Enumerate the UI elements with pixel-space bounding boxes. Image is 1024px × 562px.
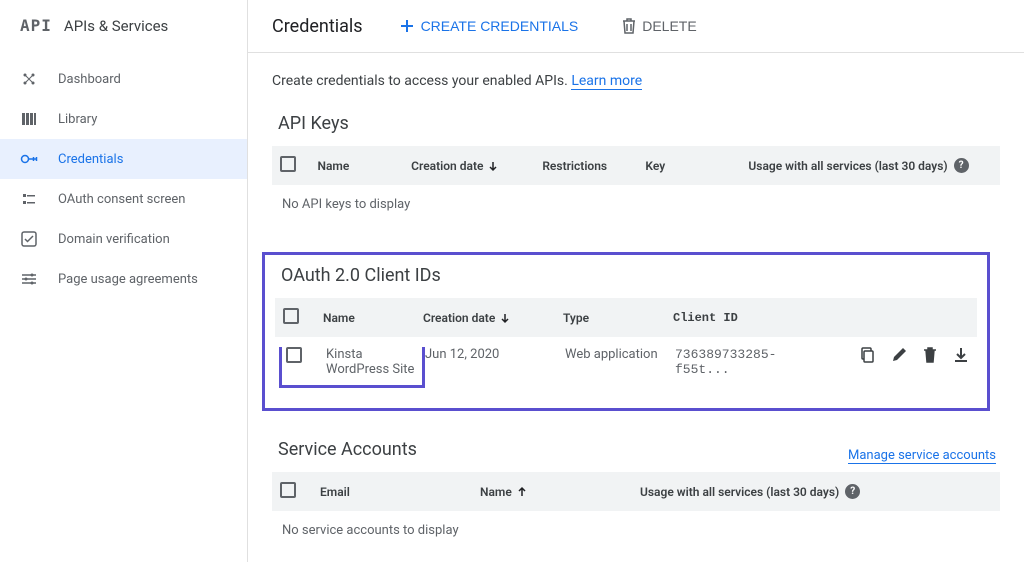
col-usage[interactable]: Usage with all services (last 30 days) ? [640, 484, 900, 499]
main: Credentials CREATE CREDENTIALS DELETE Cr… [248, 0, 1024, 562]
delete-label: DELETE [642, 18, 696, 34]
col-usage-label: Usage with all services (last 30 days) [640, 485, 839, 499]
sidebar-item-library[interactable]: Library [0, 99, 247, 139]
api-keys-title: API Keys [272, 113, 1000, 134]
intro-text-span: Create credentials to access your enable… [272, 73, 568, 89]
manage-service-accounts-link[interactable]: Manage service accounts [848, 448, 996, 464]
sidebar-item-oauth-consent[interactable]: OAuth consent screen [0, 179, 247, 219]
row-type: Web application [565, 347, 675, 362]
col-name[interactable]: Name [317, 159, 411, 173]
create-credentials-label: CREATE CREDENTIALS [421, 18, 579, 34]
row-clientid: 736389733285-f55t... [675, 347, 829, 377]
help-icon[interactable]: ? [954, 158, 969, 173]
sidebar-item-credentials[interactable]: Credentials [0, 139, 247, 179]
col-date[interactable]: Creation date [411, 159, 542, 173]
delete-button[interactable]: DELETE [614, 12, 704, 40]
col-name[interactable]: Name [323, 311, 423, 325]
oauth-table: Name Creation date Type Client ID Kinsta… [275, 298, 977, 398]
arrow-down-icon [487, 160, 499, 172]
sidebar-header: API APIs & Services [0, 0, 247, 51]
select-all-checkbox[interactable] [280, 156, 296, 172]
service-accounts-empty: No service accounts to display [272, 511, 1000, 550]
col-restrictions[interactable]: Restrictions [542, 159, 645, 173]
col-type[interactable]: Type [563, 311, 673, 325]
service-accounts-title: Service Accounts [272, 439, 417, 460]
oauth-section: OAuth 2.0 Client IDs Name Creation date … [262, 252, 990, 411]
sidebar-item-domain-verification[interactable]: Domain verification [0, 219, 247, 259]
col-name-label: Name [480, 485, 512, 499]
create-credentials-button[interactable]: CREATE CREDENTIALS [391, 12, 587, 40]
sidebar-item-dashboard[interactable]: Dashboard [0, 59, 247, 99]
sidebar: API APIs & Services Dashboard Library [0, 0, 248, 562]
row-name[interactable]: Kinsta WordPress Site [326, 347, 422, 377]
row-checkbox[interactable] [286, 347, 302, 363]
sidebar-brand-title: APIs & Services [64, 17, 168, 35]
row-date: Jun 12, 2020 [425, 347, 565, 362]
sidebar-item-label: Library [58, 112, 97, 127]
select-all-checkbox[interactable] [283, 308, 299, 324]
sidebar-item-page-usage[interactable]: Page usage agreements [0, 259, 247, 299]
arrow-down-icon [499, 312, 511, 324]
sidebar-item-label: Page usage agreements [58, 272, 198, 287]
col-date-label: Creation date [423, 311, 495, 325]
table-row: Kinsta WordPress Site Jun 12, 2020 Web a… [275, 337, 977, 398]
consent-icon [20, 190, 38, 208]
select-all-checkbox[interactable] [280, 482, 296, 498]
download-icon[interactable] [953, 347, 969, 363]
intro-text: Create credentials to access your enable… [248, 73, 1000, 89]
copy-icon[interactable] [859, 347, 875, 363]
col-email[interactable]: Email [320, 485, 480, 499]
settings-icon [20, 270, 38, 288]
service-accounts-section: Service Accounts Manage service accounts… [248, 439, 1000, 550]
content: Create credentials to access your enable… [248, 53, 1024, 562]
learn-more-link[interactable]: Learn more [571, 73, 642, 90]
sidebar-item-label: Domain verification [58, 232, 170, 247]
table-head: Name Creation date Restrictions Key Usag… [272, 146, 1000, 185]
help-icon[interactable]: ? [845, 484, 860, 499]
arrow-up-icon [516, 486, 528, 498]
key-icon [20, 150, 38, 168]
col-date[interactable]: Creation date [423, 311, 563, 325]
col-usage[interactable]: Usage with all services (last 30 days) ? [748, 158, 992, 173]
table-head: Email Name Usage with all services (last… [272, 472, 1000, 511]
api-logo: API [20, 16, 52, 35]
delete-icon[interactable] [923, 347, 937, 363]
table-head: Name Creation date Type Client ID [275, 298, 977, 337]
sidebar-item-label: Credentials [58, 152, 123, 167]
col-usage-label: Usage with all services (last 30 days) [748, 159, 947, 173]
api-keys-empty: No API keys to display [272, 185, 1000, 224]
col-clientid[interactable]: Client ID [673, 311, 829, 325]
oauth-title: OAuth 2.0 Client IDs [275, 265, 977, 286]
trash-icon [622, 18, 636, 34]
col-key[interactable]: Key [645, 159, 748, 173]
service-accounts-table: Email Name Usage with all services (last… [272, 472, 1000, 550]
sidebar-item-label: Dashboard [58, 72, 121, 87]
col-name[interactable]: Name [480, 485, 640, 499]
plus-icon [399, 18, 415, 34]
col-date-label: Creation date [411, 159, 483, 173]
library-icon [20, 110, 38, 128]
sidebar-nav: Dashboard Library Credentials OAuth cons… [0, 51, 247, 299]
dashboard-icon [20, 70, 38, 88]
sidebar-item-label: OAuth consent screen [58, 192, 185, 207]
edit-icon[interactable] [891, 347, 907, 363]
main-header: Credentials CREATE CREDENTIALS DELETE [248, 0, 1024, 53]
api-keys-table: Name Creation date Restrictions Key Usag… [272, 146, 1000, 224]
check-icon [20, 230, 38, 248]
page-title: Credentials [272, 16, 363, 37]
api-keys-section: API Keys Name Creation date Restrictions… [248, 113, 1000, 224]
